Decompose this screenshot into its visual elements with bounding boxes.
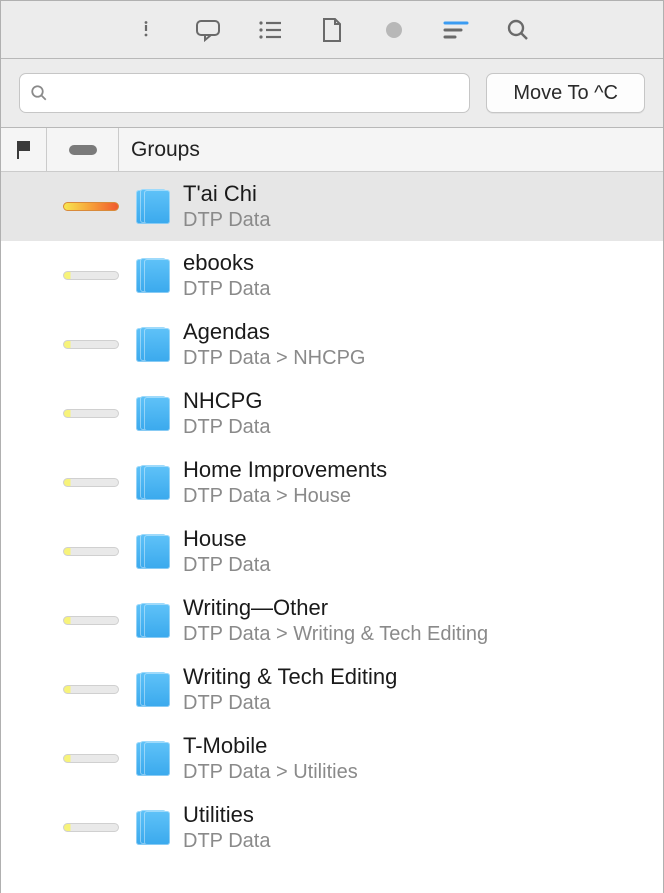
row-icon-cell (127, 534, 177, 570)
row-title: NHCPG (183, 388, 663, 414)
row-path: DTP Data (183, 553, 663, 577)
row-rating-cell (55, 685, 127, 694)
header-flag[interactable] (1, 128, 47, 171)
row-rating-cell (55, 409, 127, 418)
row-text: Home ImprovementsDTP Data > House (177, 457, 663, 507)
row-rating-cell (55, 340, 127, 349)
row-text: ebooksDTP Data (177, 250, 663, 300)
list-row[interactable]: T-MobileDTP Data > Utilities (1, 724, 663, 793)
group-icon (136, 534, 168, 570)
row-icon-cell (127, 396, 177, 432)
row-path: DTP Data > NHCPG (183, 346, 663, 370)
row-title: T-Mobile (183, 733, 663, 759)
info-icon[interactable] (133, 17, 159, 43)
comment-icon[interactable] (195, 17, 221, 43)
list-row[interactable]: Writing & Tech EditingDTP Data (1, 655, 663, 724)
toolbar (1, 1, 663, 59)
column-headers: Groups (1, 128, 663, 172)
rating-pill (63, 271, 119, 280)
list-row[interactable]: ebooksDTP Data (1, 241, 663, 310)
row-path: DTP Data (183, 277, 663, 301)
row-rating-cell (55, 754, 127, 763)
row-path: DTP Data (183, 829, 663, 853)
group-icon (136, 603, 168, 639)
row-icon-cell (127, 603, 177, 639)
row-path: DTP Data > Writing & Tech Editing (183, 622, 663, 646)
row-text: AgendasDTP Data > NHCPG (177, 319, 663, 369)
header-groups[interactable]: Groups (119, 128, 663, 171)
row-title: Home Improvements (183, 457, 663, 483)
row-path: DTP Data (183, 415, 663, 439)
dot-icon[interactable] (381, 17, 407, 43)
row-title: House (183, 526, 663, 552)
row-text: Writing—OtherDTP Data > Writing & Tech E… (177, 595, 663, 645)
list-row[interactable]: AgendasDTP Data > NHCPG (1, 310, 663, 379)
rating-pill (63, 616, 119, 625)
row-title: Utilities (183, 802, 663, 828)
search-icon (30, 84, 48, 102)
list-row[interactable]: T'ai ChiDTP Data (1, 172, 663, 241)
row-text: T-MobileDTP Data > Utilities (177, 733, 663, 783)
group-icon (136, 258, 168, 294)
row-icon-cell (127, 327, 177, 363)
header-rating[interactable] (47, 128, 119, 171)
rating-pill (63, 202, 119, 211)
row-icon-cell (127, 465, 177, 501)
list-row[interactable]: NHCPGDTP Data (1, 379, 663, 448)
row-path: DTP Data (183, 208, 663, 232)
search-field[interactable] (19, 73, 470, 113)
row-icon-cell (127, 672, 177, 708)
groups-list: T'ai ChiDTP DataebooksDTP DataAgendasDTP… (1, 172, 663, 893)
row-path: DTP Data > House (183, 484, 663, 508)
search-input[interactable] (54, 83, 459, 104)
list-row[interactable]: UtilitiesDTP Data (1, 793, 663, 862)
group-icon (136, 672, 168, 708)
group-icon (136, 189, 168, 225)
row-icon-cell (127, 810, 177, 846)
row-icon-cell (127, 258, 177, 294)
row-title: T'ai Chi (183, 181, 663, 207)
search-toolbar-icon[interactable] (505, 17, 531, 43)
group-icon (136, 810, 168, 846)
filter-icon[interactable] (443, 17, 469, 43)
row-title: Writing & Tech Editing (183, 664, 663, 690)
row-title: Agendas (183, 319, 663, 345)
list-row[interactable]: HouseDTP Data (1, 517, 663, 586)
row-rating-cell (55, 547, 127, 556)
row-title: Writing—Other (183, 595, 663, 621)
group-icon (136, 465, 168, 501)
rating-pill (63, 754, 119, 763)
row-path: DTP Data > Utilities (183, 760, 663, 784)
row-icon-cell (127, 741, 177, 777)
row-text: UtilitiesDTP Data (177, 802, 663, 852)
row-text: NHCPGDTP Data (177, 388, 663, 438)
rating-pill (63, 547, 119, 556)
group-icon (136, 741, 168, 777)
row-rating-cell (55, 271, 127, 280)
list-row[interactable]: Home ImprovementsDTP Data > House (1, 448, 663, 517)
row-rating-cell (55, 823, 127, 832)
document-icon[interactable] (319, 17, 345, 43)
row-rating-cell (55, 616, 127, 625)
row-title: ebooks (183, 250, 663, 276)
rating-pill (63, 823, 119, 832)
search-bar-row: Move To ^C (1, 59, 663, 128)
group-icon (136, 327, 168, 363)
rating-pill (63, 409, 119, 418)
row-text: Writing & Tech EditingDTP Data (177, 664, 663, 714)
row-icon-cell (127, 189, 177, 225)
rating-pill (63, 685, 119, 694)
row-text: T'ai ChiDTP Data (177, 181, 663, 231)
row-rating-cell (55, 202, 127, 211)
rating-pill (63, 478, 119, 487)
row-text: HouseDTP Data (177, 526, 663, 576)
rating-pill (63, 340, 119, 349)
list-icon[interactable] (257, 17, 283, 43)
group-icon (136, 396, 168, 432)
list-row[interactable]: Writing—OtherDTP Data > Writing & Tech E… (1, 586, 663, 655)
row-path: DTP Data (183, 691, 663, 715)
row-rating-cell (55, 478, 127, 487)
move-to-button[interactable]: Move To ^C (486, 73, 645, 113)
